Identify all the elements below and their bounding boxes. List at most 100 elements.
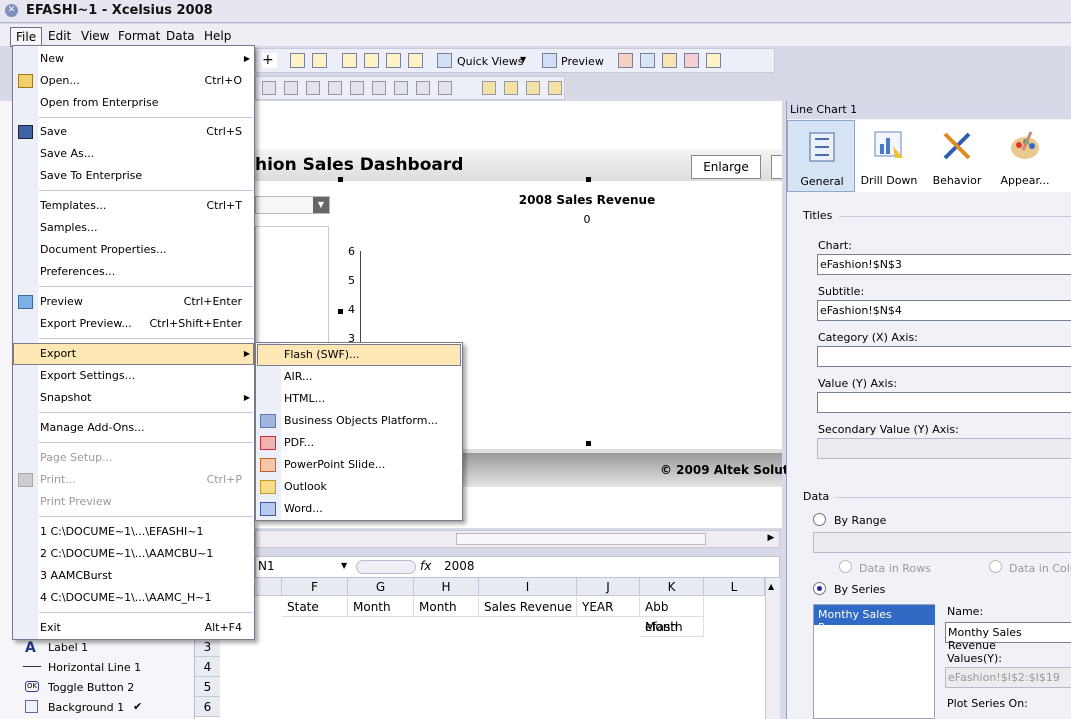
formula-input[interactable]: 2008 (444, 559, 475, 573)
align-center-icon[interactable] (284, 81, 298, 95)
formula-slider[interactable] (356, 560, 416, 574)
menu-help[interactable]: Help (199, 27, 236, 45)
preview-button[interactable]: Preview (561, 55, 604, 68)
menu-item-document-properties[interactable]: Document Properties... (40, 240, 167, 260)
menu-item-recent-1[interactable]: 1 C:\DOCUME~1\...\EFASHI~1 (40, 522, 204, 542)
grid-cell[interactable]: State (282, 597, 348, 617)
menu-file[interactable]: File (10, 27, 43, 47)
grid-cell[interactable]: Month (414, 597, 479, 617)
group-icon[interactable] (364, 53, 379, 68)
grid-cell[interactable]: YEAR (577, 597, 640, 617)
menu-view[interactable]: View (76, 27, 114, 45)
series-list-item[interactable]: Monthy Sales Revenue (814, 605, 935, 634)
send-backward-icon[interactable] (548, 81, 562, 95)
grid-cell[interactable]: Abb Month (640, 597, 704, 634)
menu-item-snapshot[interactable]: Snapshot (40, 388, 91, 408)
quick-views-button[interactable]: Quick Views (457, 55, 523, 68)
series-list[interactable]: Monthy Sales Revenue (813, 604, 935, 719)
menu-item-preview[interactable]: Preview (40, 292, 83, 312)
menu-item-air[interactable]: AIR... (284, 367, 313, 387)
menu-item-export[interactable]: Export (40, 344, 76, 364)
canvas-hscrollbar[interactable]: ▶ (255, 530, 780, 548)
grid-cell[interactable]: Sales Revenue (479, 597, 577, 617)
align-left-icon[interactable] (262, 81, 276, 95)
data-in-rows-radio[interactable] (839, 560, 852, 573)
selection-handle[interactable] (338, 309, 343, 314)
align-icon[interactable] (342, 53, 357, 68)
row-header[interactable]: 5 (195, 677, 220, 697)
menu-item-outlook[interactable]: Outlook (284, 477, 327, 497)
menu-edit[interactable]: Edit (43, 27, 76, 45)
fx-icon[interactable]: fx (420, 559, 431, 573)
menu-data[interactable]: Data (161, 27, 200, 45)
column-header[interactable]: L (704, 578, 765, 596)
subtitle-field[interactable]: eFashion!$N$4 (817, 300, 1071, 321)
grid-cell[interactable]: Month (348, 597, 414, 617)
selection-handle[interactable] (586, 441, 591, 446)
by-series-radio[interactable] (813, 582, 826, 595)
menu-item-recent-3[interactable]: 3 AAMCBurst (40, 566, 112, 586)
resize-icon[interactable] (408, 53, 423, 68)
chevron-down-icon[interactable]: ▼ (520, 55, 526, 64)
values-field[interactable]: eFashion!$I$2:$I$19 (945, 667, 1071, 688)
menu-item-templates[interactable]: Templates... (40, 196, 106, 216)
spreadsheet-grid[interactable]: F G H I J K L State Month Month Sales Re… (195, 578, 770, 719)
value-axis-field[interactable] (817, 392, 1071, 413)
column-header[interactable]: G (348, 578, 414, 596)
menu-item-preferences[interactable]: Preferences... (40, 262, 115, 282)
menu-item-powerpoint[interactable]: PowerPoint Slide... (284, 455, 385, 475)
menu-item-flash[interactable]: Flash (SWF)... (284, 345, 360, 365)
menu-item-save[interactable]: Save (40, 122, 67, 142)
export-bo-icon[interactable] (640, 53, 655, 68)
grid-cell[interactable]: efash (640, 617, 704, 637)
column-header[interactable]: J (577, 578, 640, 596)
tab-general[interactable]: General (787, 120, 855, 192)
series-name-field[interactable]: Monthy Sales Revenue (945, 622, 1071, 652)
column-header[interactable]: K (640, 578, 704, 596)
scroll-up-icon[interactable]: ▲ (768, 582, 774, 591)
chevron-down-icon[interactable]: ▼ (313, 197, 329, 213)
row-header[interactable]: 4 (195, 657, 220, 677)
export-flash-icon[interactable] (618, 53, 633, 68)
xcelsius-app-icon[interactable]: ✕ (5, 4, 18, 17)
import-icon[interactable] (290, 53, 305, 68)
menu-item-save-to-enterprise[interactable]: Save To Enterprise (40, 166, 142, 186)
menu-item-exit[interactable]: Exit (40, 618, 61, 638)
enlarge-button[interactable]: Enlarge (691, 155, 761, 179)
space-horizontal-icon[interactable] (394, 81, 408, 95)
menu-item-recent-2[interactable]: 2 C:\DOCUME~1\...\AAMCBU~1 (40, 544, 213, 564)
column-header[interactable]: H (414, 578, 479, 596)
quick-views-icon[interactable] (437, 53, 452, 68)
export-outlook-icon[interactable] (662, 53, 677, 68)
same-size-icon[interactable] (438, 81, 452, 95)
secondary-axis-field[interactable] (817, 438, 1071, 459)
plus-icon[interactable]: + (262, 53, 277, 68)
align-bottom-icon[interactable] (372, 81, 386, 95)
menu-item-samples[interactable]: Samples... (40, 218, 97, 238)
data-in-columns-radio[interactable] (989, 560, 1002, 573)
preview-icon[interactable] (542, 53, 557, 68)
menu-item-pdf[interactable]: PDF... (284, 433, 314, 453)
align-top-icon[interactable] (328, 81, 342, 95)
export-air-icon[interactable] (706, 53, 721, 68)
grid-vscrollbar[interactable]: ▲ (765, 578, 780, 719)
menu-item-open[interactable]: Open... (40, 71, 80, 91)
menu-item-recent-4[interactable]: 4 C:\DOCUME~1\...\AAMC_H~1 (40, 588, 212, 608)
align-middle-icon[interactable] (350, 81, 364, 95)
chevron-down-icon[interactable]: ▼ (341, 561, 347, 570)
menu-item-word[interactable]: Word... (284, 499, 323, 519)
align-right-icon[interactable] (306, 81, 320, 95)
menu-item-html[interactable]: HTML... (284, 389, 325, 409)
row-header[interactable]: 3 (195, 637, 220, 657)
bring-forward-icon[interactable] (526, 81, 540, 95)
column-header[interactable]: F (282, 578, 348, 596)
fit-icon[interactable] (386, 53, 401, 68)
menu-item-open-enterprise[interactable]: Open from Enterprise (40, 93, 159, 113)
category-axis-field[interactable] (817, 346, 1071, 367)
menu-item-export-preview[interactable]: Export Preview... (40, 314, 132, 334)
selection-handle[interactable] (586, 177, 591, 182)
menu-item-export-settings[interactable]: Export Settings... (40, 366, 135, 386)
selection-handle[interactable] (338, 177, 343, 182)
by-range-radio[interactable] (813, 513, 826, 526)
menu-format[interactable]: Format (113, 27, 165, 45)
